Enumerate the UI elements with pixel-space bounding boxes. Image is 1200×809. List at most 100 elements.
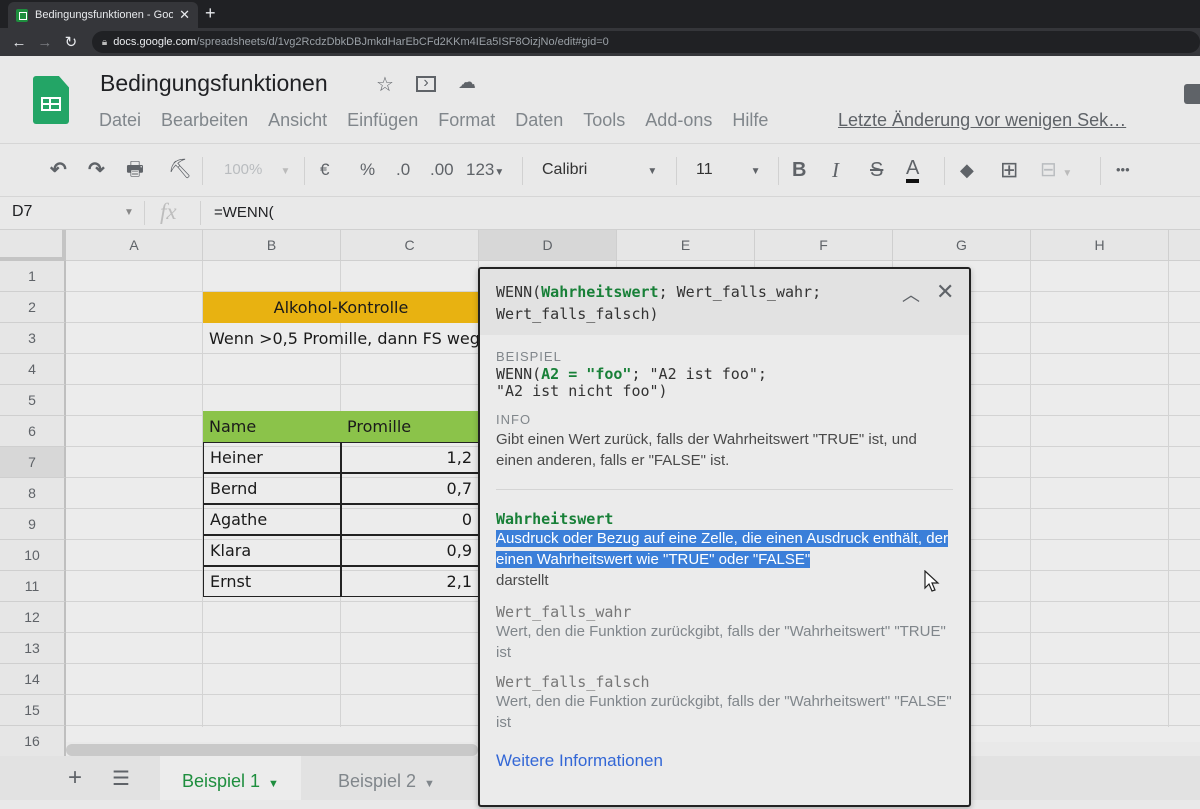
font-size-value: 11 bbox=[696, 161, 713, 178]
table-cell-promille[interactable]: 0,7 bbox=[341, 473, 479, 504]
move-to-folder-icon[interactable]: › bbox=[416, 75, 436, 92]
row-header-2[interactable]: 2 bbox=[0, 292, 66, 323]
borders-icon[interactable]: ⊞ bbox=[1000, 157, 1018, 183]
column-header-i[interactable] bbox=[1169, 230, 1200, 261]
formula-input[interactable]: =WENN( bbox=[214, 204, 274, 221]
row-header-5[interactable]: 5 bbox=[0, 385, 66, 416]
paint-format-icon[interactable]: ⛏︎ bbox=[168, 157, 192, 183]
info-label: INFO bbox=[496, 412, 532, 427]
back-icon[interactable]: ← bbox=[6, 34, 32, 51]
collapse-icon[interactable]: ︿ bbox=[902, 281, 920, 307]
row-header-6[interactable]: 6 bbox=[0, 416, 66, 447]
new-tab-button[interactable]: + bbox=[205, 3, 216, 24]
row-header-11[interactable]: 11 bbox=[0, 571, 66, 602]
bold-button[interactable]: B bbox=[792, 157, 806, 183]
menu-format[interactable]: Format bbox=[438, 110, 495, 131]
menu-hilfe[interactable]: Hilfe bbox=[732, 110, 768, 131]
text-color-button[interactable]: A bbox=[906, 157, 920, 183]
comments-icon[interactable] bbox=[1184, 84, 1200, 104]
table-cell-name[interactable]: Klara bbox=[203, 535, 341, 566]
argument-desc-wert-falls-wahr: Wert, den die Funktion zurückgibt, falls… bbox=[496, 623, 946, 661]
column-header-a[interactable]: A bbox=[66, 230, 203, 261]
table-cell-promille[interactable]: 1,2 bbox=[341, 442, 479, 473]
decrease-decimal-button[interactable]: .0 bbox=[396, 157, 410, 183]
column-header-b[interactable]: B bbox=[203, 230, 341, 261]
sheet-tab-menu-icon[interactable]: ▼ bbox=[268, 778, 279, 790]
row-header-8[interactable]: 8 bbox=[0, 478, 66, 509]
row-header-14[interactable]: 14 bbox=[0, 664, 66, 695]
redo-icon[interactable]: ↷ bbox=[88, 157, 105, 183]
note-cell[interactable]: Wenn >0,5 Promille, dann FS weg bbox=[203, 323, 486, 354]
column-header-c[interactable]: C bbox=[341, 230, 479, 261]
merge-cells-icon[interactable]: ⊟ ▼ bbox=[1040, 157, 1072, 183]
row-header-9[interactable]: 9 bbox=[0, 509, 66, 540]
name-box-dropdown-icon[interactable]: ▼ bbox=[124, 207, 134, 218]
menu-datei[interactable]: Datei bbox=[99, 110, 141, 131]
undo-icon[interactable]: ↶ bbox=[50, 157, 67, 183]
row-header-1[interactable]: 1 bbox=[0, 261, 66, 292]
italic-button[interactable]: I bbox=[832, 157, 839, 183]
font-size-select[interactable]: 11 ▼ bbox=[696, 157, 761, 183]
row-header-12[interactable]: 12 bbox=[0, 602, 66, 633]
table-cell-name[interactable]: Bernd bbox=[203, 473, 341, 504]
strikethrough-button[interactable]: S bbox=[870, 157, 883, 183]
name-box[interactable]: D7 bbox=[12, 203, 32, 221]
menu-daten[interactable]: Daten bbox=[515, 110, 563, 131]
menu-tools[interactable]: Tools bbox=[583, 110, 625, 131]
selected-text: Ausdruck oder Bezug auf eine Zelle, die … bbox=[496, 530, 948, 568]
increase-decimal-button[interactable]: .00 bbox=[430, 157, 454, 183]
row-header-13[interactable]: 13 bbox=[0, 633, 66, 664]
currency-format-button[interactable]: € bbox=[320, 157, 329, 183]
table-cell-promille[interactable]: 2,1 bbox=[341, 566, 479, 597]
row-header-4[interactable]: 4 bbox=[0, 354, 66, 385]
add-sheet-button[interactable]: + bbox=[68, 764, 82, 792]
browser-tab[interactable]: Bedingungsfunktionen - Google ✕ bbox=[8, 2, 198, 28]
header-cell-name[interactable]: Name bbox=[203, 411, 341, 442]
column-header-g[interactable]: G bbox=[893, 230, 1031, 261]
print-icon[interactable]: 🖶︎ bbox=[126, 157, 144, 183]
font-select[interactable]: Calibri ▼ bbox=[542, 157, 657, 183]
column-header-e[interactable]: E bbox=[617, 230, 755, 261]
column-header-f[interactable]: F bbox=[755, 230, 893, 261]
row-header-10[interactable]: 10 bbox=[0, 540, 66, 571]
select-all-corner[interactable] bbox=[0, 230, 66, 261]
star-icon[interactable]: ☆ bbox=[376, 72, 394, 97]
zoom-select[interactable]: 100% ▼ bbox=[224, 157, 290, 183]
row-header-15[interactable]: 15 bbox=[0, 695, 66, 726]
column-header-d[interactable]: D bbox=[479, 230, 617, 261]
menu-addons[interactable]: Add-ons bbox=[645, 110, 712, 131]
cloud-saved-icon[interactable]: ☁ bbox=[458, 72, 476, 93]
sheet-tab-beispiel-2[interactable]: Beispiel 2 ▼ bbox=[316, 756, 457, 800]
header-cell-promille[interactable]: Promille bbox=[341, 411, 479, 442]
row-header-7[interactable]: 7 bbox=[0, 447, 66, 478]
table-cell-name[interactable]: Ernst bbox=[203, 566, 341, 597]
title-cell[interactable]: Alkohol-Kontrolle bbox=[203, 292, 479, 323]
menu-bearbeiten[interactable]: Bearbeiten bbox=[161, 110, 248, 131]
row-header-16[interactable]: 16 bbox=[0, 726, 66, 757]
table-cell-promille[interactable]: 0,9 bbox=[341, 535, 479, 566]
close-icon[interactable]: ✕ bbox=[936, 279, 954, 305]
menu-ansicht[interactable]: Ansicht bbox=[268, 110, 327, 131]
menu-einfuegen[interactable]: Einfügen bbox=[347, 110, 418, 131]
horizontal-scrollbar[interactable] bbox=[66, 744, 478, 756]
percent-format-button[interactable]: % bbox=[360, 157, 375, 183]
last-edit-link[interactable]: Letzte Änderung vor wenigen Sek… bbox=[838, 110, 1126, 131]
table-cell-name[interactable]: Agathe bbox=[203, 504, 341, 535]
row-header-3[interactable]: 3 bbox=[0, 323, 66, 354]
all-sheets-icon[interactable]: ☰ bbox=[112, 766, 130, 791]
url-input[interactable]: 🔒︎ docs.google.com/spreadsheets/d/1vg2Rc… bbox=[91, 31, 1200, 53]
column-header-h[interactable]: H bbox=[1031, 230, 1169, 261]
fill-color-icon[interactable]: ◆ bbox=[960, 157, 974, 183]
more-options-button[interactable]: ••• bbox=[1116, 157, 1130, 183]
forward-icon[interactable]: → bbox=[32, 34, 58, 51]
sheet-tab-beispiel-1[interactable]: Beispiel 1 ▼ bbox=[160, 756, 301, 800]
close-tab-icon[interactable]: ✕ bbox=[179, 7, 190, 23]
sheets-logo-icon[interactable] bbox=[33, 76, 69, 124]
sheet-tab-menu-icon[interactable]: ▼ bbox=[424, 778, 435, 790]
table-cell-promille[interactable]: 0 bbox=[341, 504, 479, 535]
document-title[interactable]: Bedingungsfunktionen bbox=[100, 70, 328, 97]
more-info-link[interactable]: Weitere Informationen bbox=[496, 751, 663, 770]
number-format-select[interactable]: 123▼ bbox=[466, 157, 504, 183]
table-cell-name[interactable]: Heiner bbox=[203, 442, 341, 473]
reload-icon[interactable]: ↻ bbox=[58, 33, 84, 51]
